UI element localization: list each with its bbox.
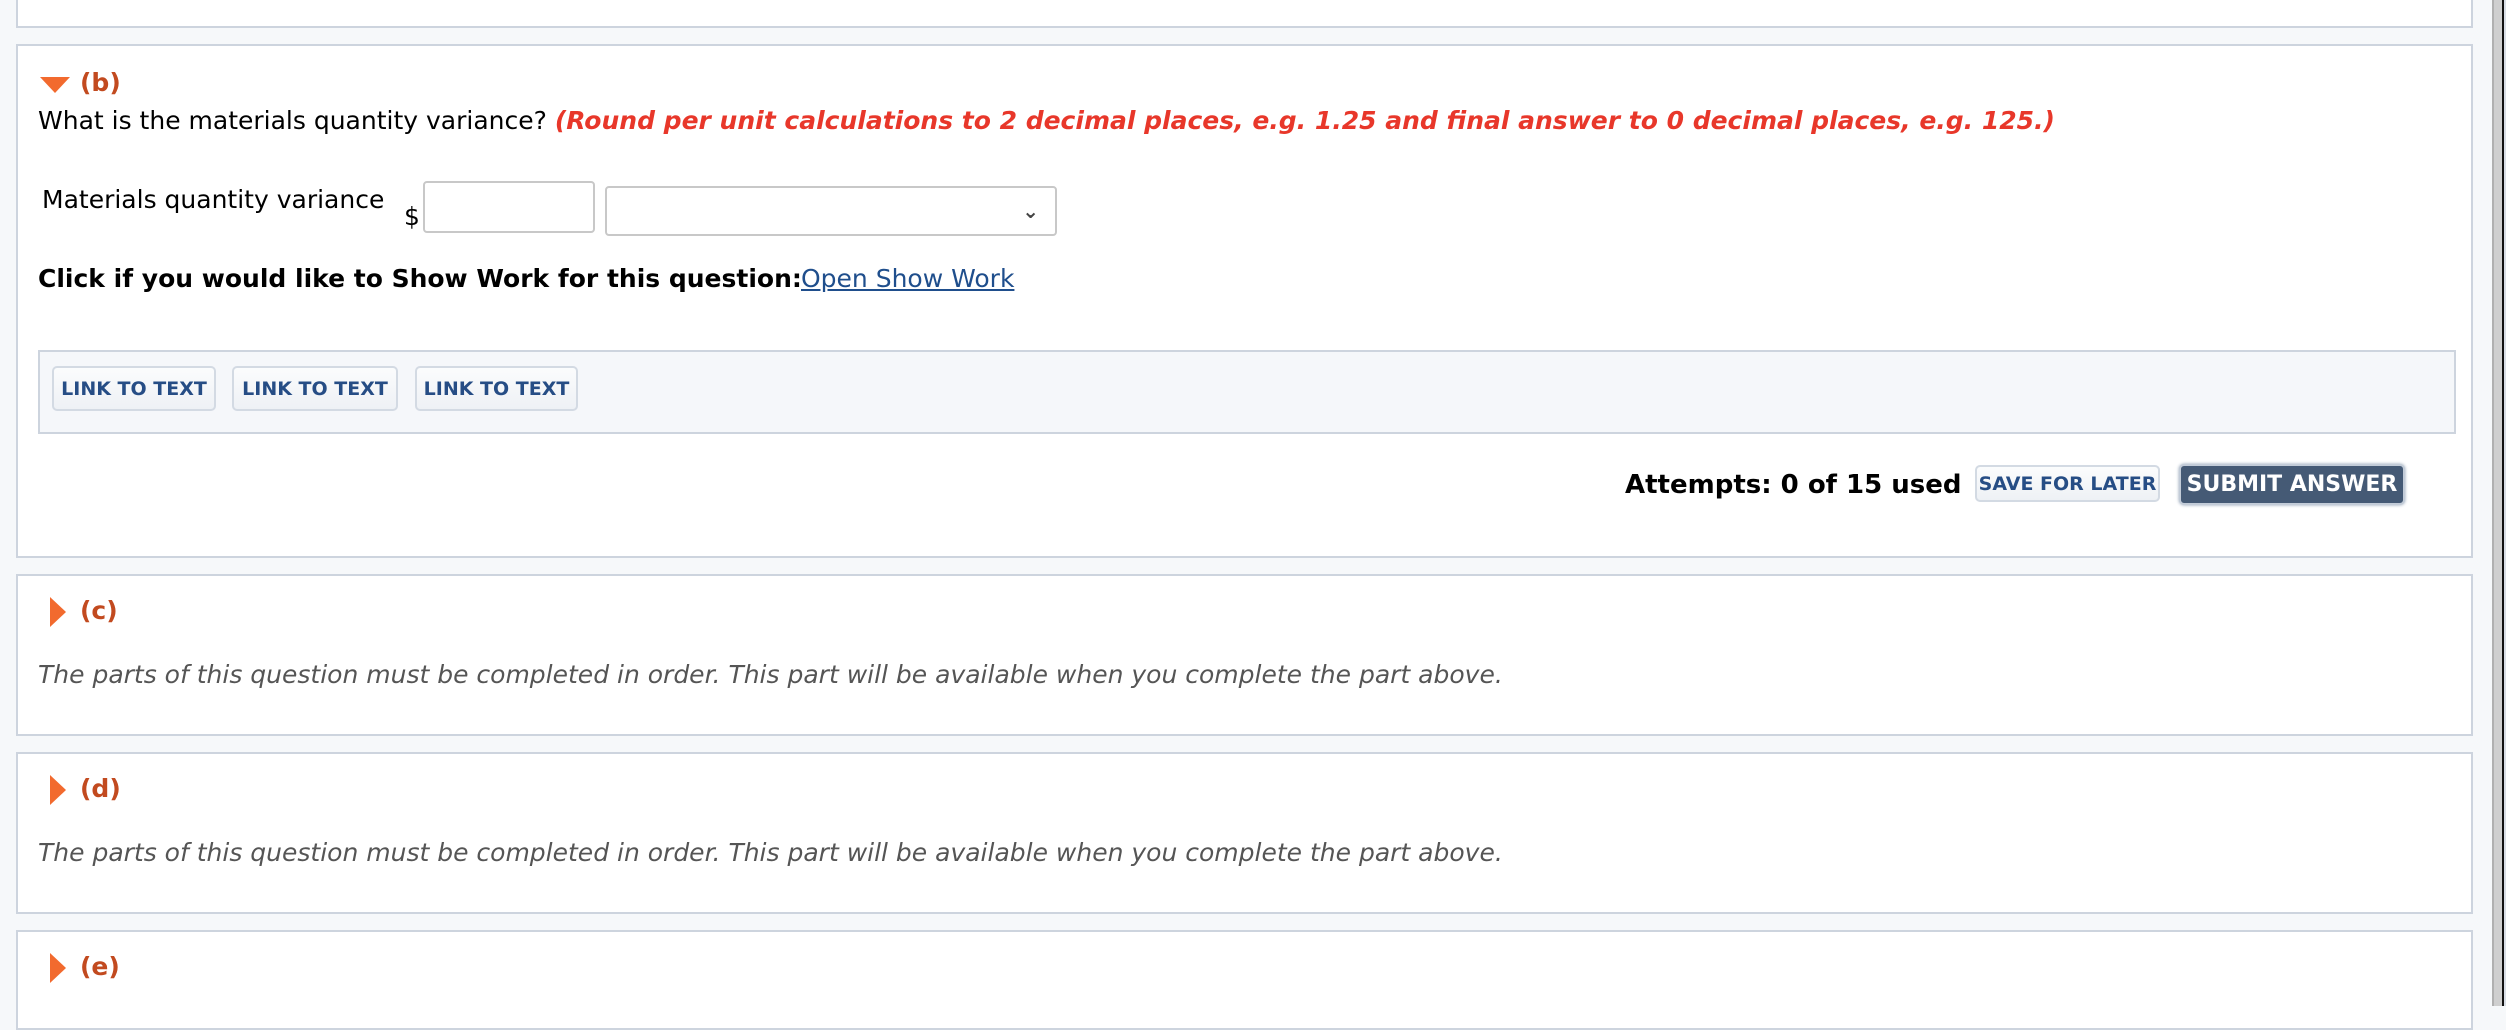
chevron-down-icon: ⌄ <box>1022 199 1039 223</box>
expand-triangle-icon[interactable] <box>50 597 66 627</box>
currency-symbol: $ <box>404 202 420 231</box>
variance-type-select[interactable]: ⌄ <box>605 186 1057 236</box>
attempts-counter: Attempts: 0 of 15 used <box>1625 470 1962 500</box>
part-b-card: (b) What is the materials quantity varia… <box>16 44 2473 558</box>
expand-triangle-icon[interactable] <box>50 775 66 805</box>
open-show-work-link[interactable]: Open Show Work <box>801 264 1014 293</box>
part-b-label[interactable]: (b) <box>80 68 121 97</box>
materials-quantity-variance-label: Materials quantity variance <box>42 185 385 214</box>
part-d-card: (d) The parts of this question must be c… <box>16 752 2473 914</box>
part-c-card: (c) The parts of this question must be c… <box>16 574 2473 736</box>
part-e-label[interactable]: (e) <box>80 952 120 981</box>
part-d-label[interactable]: (d) <box>80 774 121 803</box>
question-text: What is the materials quantity variance?… <box>38 106 2055 135</box>
link-to-text-button-2[interactable]: LINK TO TEXT <box>232 366 398 411</box>
submit-answer-button[interactable]: SUBMIT ANSWER <box>2179 464 2405 505</box>
rounding-hint: (Round per unit calculations to 2 decima… <box>554 106 2055 135</box>
link-to-text-panel: LINK TO TEXT LINK TO TEXT LINK TO TEXT <box>38 350 2456 434</box>
part-e-card: (e) <box>16 930 2473 1030</box>
link-to-text-button-3[interactable]: LINK TO TEXT <box>415 366 578 411</box>
part-c-label[interactable]: (c) <box>80 596 118 625</box>
scrollbar-track[interactable] <box>2492 0 2502 1006</box>
part-c-locked-message: The parts of this question must be compl… <box>38 660 1503 689</box>
variance-amount-input[interactable] <box>423 181 595 233</box>
save-for-later-button[interactable]: SAVE FOR LATER <box>1975 465 2160 502</box>
previous-part-card <box>16 0 2473 28</box>
collapse-triangle-icon[interactable] <box>40 77 70 93</box>
part-d-locked-message: The parts of this question must be compl… <box>38 838 1503 867</box>
question-prompt: What is the materials quantity variance? <box>38 106 547 135</box>
show-work-prompt: Click if you would like to Show Work for… <box>38 264 802 293</box>
expand-triangle-icon[interactable] <box>50 953 66 983</box>
link-to-text-button-1[interactable]: LINK TO TEXT <box>52 366 216 411</box>
